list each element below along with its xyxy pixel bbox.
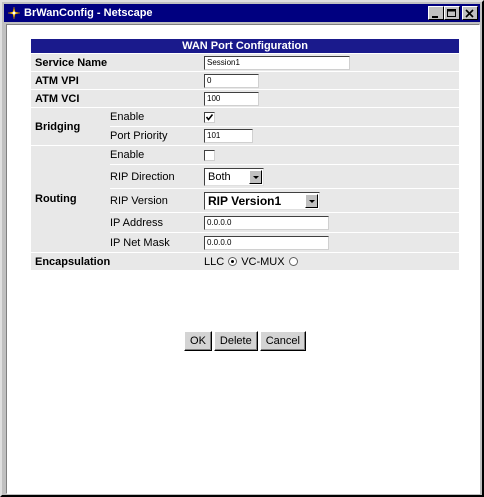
port-priority-input[interactable]: 101 (204, 129, 253, 143)
atm-vci-input[interactable]: 100 (204, 91, 259, 106)
ok-button[interactable]: OK (184, 331, 212, 351)
vc-mux-radio[interactable] (288, 257, 298, 266)
page-content: WAN Port Configuration Service Name Sess… (6, 24, 480, 494)
bridging-label: Bridging (35, 120, 81, 133)
close-icon[interactable] (462, 6, 478, 20)
chevron-down-icon[interactable] (249, 169, 262, 184)
netscape-app-icon (7, 6, 21, 20)
rip-version-select[interactable]: RIP Version1 (204, 191, 320, 210)
routing-enable-checkbox[interactable] (204, 149, 215, 161)
encapsulation-row: Encapsulation LLC VC-MUX (31, 252, 459, 270)
routing-label: Routing (35, 193, 77, 205)
rip-version-label: RIP Version (110, 194, 168, 207)
atm-vpi-input[interactable]: 0 (204, 73, 259, 88)
ip-net-mask-input[interactable]: 0.0.0.0 (204, 235, 329, 250)
window-title: BrWanConfig - Netscape (24, 7, 153, 19)
llc-radio[interactable] (228, 257, 238, 266)
service-name-row: Service Name Session1 (31, 53, 459, 71)
cancel-button[interactable]: Cancel (259, 331, 306, 351)
atm-vci-label: ATM VCI (35, 92, 80, 105)
action-buttons: OK Delete Cancel (31, 331, 459, 351)
bridging-enable-label: Enable (110, 111, 145, 123)
service-name-input[interactable]: Session1 (204, 55, 350, 70)
ip-address-input[interactable]: 0.0.0.0 (204, 215, 329, 230)
browser-window: BrWanConfig - Netscape WAN Port Configur… (0, 0, 484, 497)
bridging-enable-checkbox[interactable] (204, 111, 215, 123)
minimize-icon[interactable] (428, 6, 444, 20)
llc-label: LLC (204, 255, 225, 268)
chevron-down-icon[interactable] (305, 193, 318, 208)
service-name-label: Service Name (35, 56, 108, 69)
atm-vpi-label: ATM VPI (35, 74, 79, 87)
routing-group: Routing Enable RIP Direction Both RIP Ve… (31, 145, 459, 252)
maximize-icon[interactable] (444, 6, 460, 20)
routing-enable-label: Enable (110, 149, 145, 161)
form-header: WAN Port Configuration (31, 39, 459, 53)
delete-button[interactable]: Delete (213, 331, 258, 351)
vc-mux-label: VC-MUX (241, 255, 285, 268)
wan-config-form: WAN Port Configuration Service Name Sess… (31, 39, 459, 351)
bridging-group: Bridging Enable Port Priority 101 (31, 107, 459, 145)
ip-address-label: IP Address (110, 216, 163, 229)
encapsulation-label: Encapsulation (35, 255, 111, 268)
rip-direction-label: RIP Direction (110, 170, 175, 183)
rip-direction-select[interactable]: Both (204, 167, 264, 186)
rip-version-value: RIP Version1 (208, 193, 282, 208)
title-bar: BrWanConfig - Netscape (4, 4, 480, 22)
port-priority-label: Port Priority (110, 130, 168, 142)
atm-vci-row: ATM VCI 100 (31, 89, 459, 107)
rip-direction-value: Both (208, 170, 231, 183)
atm-vpi-row: ATM VPI 0 (31, 71, 459, 89)
ip-net-mask-label: IP Net Mask (110, 236, 170, 249)
